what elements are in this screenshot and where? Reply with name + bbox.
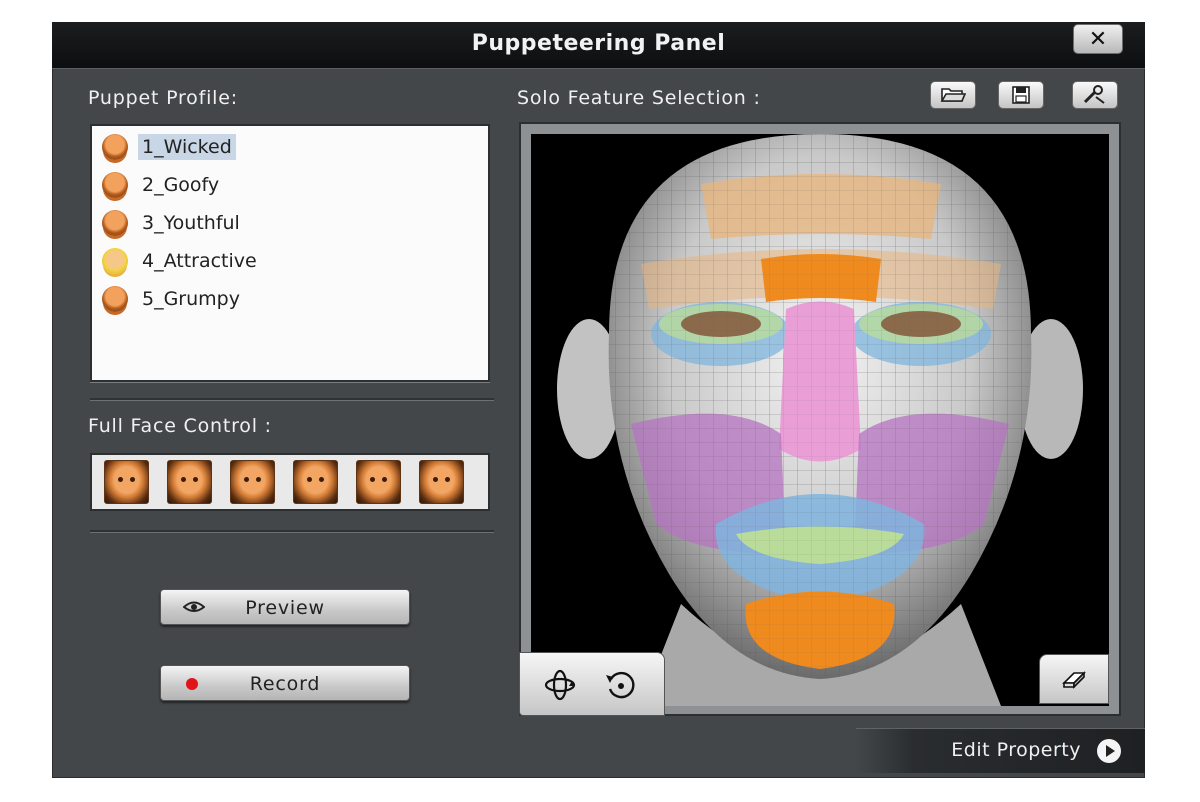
- solo-feature-selection-label: Solo Feature Selection :: [517, 87, 761, 109]
- avatar-icon: [102, 248, 128, 274]
- face-viewport-frame: [519, 122, 1121, 716]
- face-preset-thumbnail-4[interactable]: [293, 460, 338, 504]
- profile-name: 5_Grumpy: [142, 288, 240, 310]
- avatar-icon: [102, 134, 128, 160]
- rotate-view-icon[interactable]: [542, 667, 578, 703]
- edit-property-label: Edit Property: [951, 739, 1081, 761]
- face-preset-thumbnail-5[interactable]: [356, 460, 401, 504]
- profile-name: 2_Goofy: [142, 174, 220, 196]
- open-folder-icon: [940, 88, 966, 102]
- avatar-icon: [102, 210, 128, 236]
- face-preset-thumbnail-1[interactable]: [104, 460, 149, 504]
- edit-property-button[interactable]: Edit Property: [856, 728, 1145, 773]
- full-face-control-strip: [90, 453, 490, 511]
- play-arrow-icon: [1097, 739, 1121, 763]
- face-preset-thumbnail-2[interactable]: [167, 460, 212, 504]
- face-viewport[interactable]: [531, 134, 1109, 706]
- viewport-tool-panel: [519, 652, 665, 716]
- preview-button[interactable]: Preview: [160, 589, 410, 625]
- record-label: Record: [249, 673, 321, 695]
- save-disk-icon: [1012, 86, 1030, 104]
- eraser-icon: [1062, 671, 1086, 689]
- profile-item-goofy[interactable]: 2_Goofy: [102, 169, 223, 201]
- puppeteering-panel-window: Puppeteering Panel ✕ Puppet Profile: 1_W…: [52, 22, 1145, 778]
- profile-item-wicked[interactable]: 1_Wicked: [102, 131, 236, 163]
- divider: [90, 398, 494, 400]
- record-button[interactable]: Record: [160, 665, 410, 701]
- avatar-icon: [102, 172, 128, 198]
- eraser-button[interactable]: [1039, 654, 1109, 704]
- window-title: Puppeteering Panel: [471, 31, 726, 56]
- settings-button[interactable]: [1072, 81, 1118, 109]
- preview-label: Preview: [245, 597, 325, 619]
- profile-name: 4_Attractive: [142, 250, 257, 272]
- avatar-icon: [102, 286, 128, 312]
- save-button[interactable]: [998, 81, 1044, 109]
- profile-item-youthful[interactable]: 3_Youthful: [102, 207, 244, 239]
- face-preset-thumbnail-6[interactable]: [419, 460, 464, 504]
- title-bar[interactable]: Puppeteering Panel ✕: [52, 22, 1145, 69]
- close-button[interactable]: ✕: [1073, 24, 1123, 54]
- reset-view-icon[interactable]: [602, 667, 638, 703]
- profile-item-grumpy[interactable]: 5_Grumpy: [102, 283, 244, 315]
- settings-tool-icon: [1083, 85, 1105, 104]
- face-preset-thumbnail-3[interactable]: [230, 460, 275, 504]
- profile-item-attractive[interactable]: 4_Attractive: [102, 245, 261, 277]
- profile-name: 1_Wicked: [138, 134, 236, 160]
- profile-name: 3_Youthful: [142, 212, 240, 234]
- puppet-profile-label: Puppet Profile:: [88, 87, 238, 109]
- face-mesh-model[interactable]: [531, 134, 1109, 706]
- divider: [90, 530, 494, 532]
- puppet-profile-list[interactable]: 1_Wicked 2_Goofy 3_Youthful 4_Attractive…: [90, 124, 490, 382]
- full-face-control-label: Full Face Control :: [88, 415, 272, 437]
- open-button[interactable]: [930, 81, 976, 109]
